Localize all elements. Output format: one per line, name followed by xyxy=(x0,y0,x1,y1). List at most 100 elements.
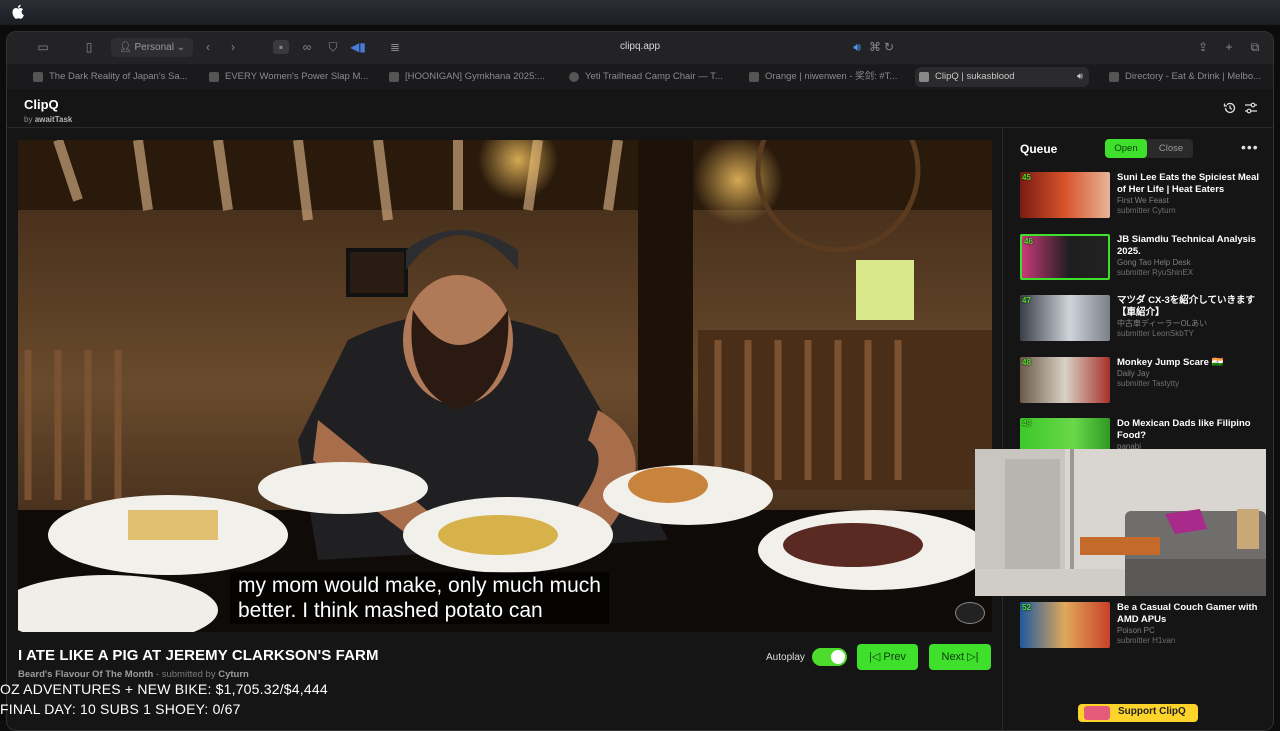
channel-watermark-logo xyxy=(955,602,985,624)
tab-item[interactable]: The Dark Reality of Japan's Sa... xyxy=(29,67,199,87)
tab-bar: The Dark Reality of Japan's Sa... EVERY … xyxy=(7,65,1273,89)
tab-item[interactable]: Yeti Trailhead Camp Chair — T... xyxy=(565,67,730,87)
queue-number: 49 xyxy=(1022,419,1031,428)
more-options-icon[interactable]: ••• xyxy=(1241,139,1259,155)
queue-item-submitter: submitter Tastytty xyxy=(1117,379,1180,388)
macos-menubar xyxy=(0,0,1280,25)
tab-label: EVERY Women's Power Slap M... xyxy=(225,71,369,82)
address-bar[interactable]: clipq.app xyxy=(7,41,1273,52)
queue-number: 47 xyxy=(1022,296,1031,305)
header-divider xyxy=(7,127,1273,128)
tab-item[interactable]: Orange | niwenwen - 奖剑: #T... xyxy=(745,67,910,87)
reload-icon[interactable]: ↻ xyxy=(881,40,897,54)
queue-item[interactable]: 46 JB Siamdiu Technical Analysis 2025. Go… xyxy=(1020,234,1265,284)
skip-forward-icon: ▷| xyxy=(964,651,979,663)
queue-number: 52 xyxy=(1022,603,1031,612)
submitter-name: Cyturn xyxy=(218,669,249,680)
caption-line-2: better. I think mashed potato can xyxy=(238,599,543,622)
tab-item[interactable]: Directory - Eat & Drink | Melbo... xyxy=(1105,67,1271,87)
skip-back-icon: |◁ xyxy=(869,651,884,663)
queue-thumbnail: 45 xyxy=(1020,172,1110,218)
queue-item[interactable]: 45 Suni Lee Eats the Spiciest Meal of He… xyxy=(1020,172,1265,222)
video-player[interactable]: my mom would make, only much much better… xyxy=(18,140,992,632)
yeti-favicon-icon xyxy=(569,72,579,82)
tab-item-active[interactable]: ClipQ | sukasblood 🔊︎ xyxy=(915,67,1089,87)
queue-item-title: JB Siamdiu Technical Analysis 2025. xyxy=(1117,234,1256,257)
submitted-prefix: - submitted by xyxy=(153,669,219,680)
prev-label: Prev xyxy=(883,651,906,663)
byline-prefix: by xyxy=(24,115,33,124)
queue-thumbnail: 52 xyxy=(1020,602,1110,648)
app-byline: by awaitTask xyxy=(24,115,72,124)
byline-author: awaitTask xyxy=(34,115,73,124)
queue-title: Queue xyxy=(1020,142,1058,156)
autoplay-toggle[interactable] xyxy=(812,648,847,666)
queue-item[interactable]: 52 Be a Casual Couch Gamer with AMD APUs… xyxy=(1020,602,1265,652)
queue-thumbnail: 47 xyxy=(1020,295,1110,341)
next-label: Next xyxy=(941,651,965,663)
queue-item[interactable]: 47 マツダ CX-3を紹介していきます【車紹介】 中古車ディーラーOLあい sub… xyxy=(1020,295,1265,345)
tab-item[interactable]: [HOONIGAN] Gymkhana 2025:... xyxy=(385,67,555,87)
queue-item-channel: Poison PC xyxy=(1117,626,1155,635)
queue-item-channel: First We Feast xyxy=(1117,196,1169,205)
queue-item-title: Suni Lee Eats the Spiciest Meal of Her L… xyxy=(1117,172,1260,195)
queue-item-title: Monkey Jump Scare 🇮🇳 xyxy=(1117,357,1224,368)
queue-item-submitter: submitter H1van xyxy=(1117,636,1176,645)
tab-label: Orange | niwenwen - 奖剑: #T... xyxy=(765,71,898,82)
stream-goal-line-2: FINAL DAY: 10 SUBS 1 SHOEY: 0/67 xyxy=(0,701,241,717)
video-meta: Beard's Flavour Of The Month - submitted… xyxy=(18,669,249,680)
webcam-overlay xyxy=(975,449,1266,596)
youtube-favicon-icon xyxy=(209,72,219,82)
apple-icon[interactable] xyxy=(12,4,24,19)
directory-favicon-icon xyxy=(1109,72,1119,82)
video-caption: my mom would make, only much much better… xyxy=(230,572,609,624)
youtube-favicon-icon xyxy=(389,72,399,82)
queue-open-button[interactable]: Open xyxy=(1105,139,1147,158)
prev-button[interactable]: |◁ Prev xyxy=(857,644,918,670)
queue-item-title: マツダ CX-3を紹介していきます【車紹介】 xyxy=(1117,295,1255,318)
browser-toolbar: ▭ ▯ 👤︎ Personal ⌄ ‹ › ▪ ∞ ⛉ ◀▮ ≣ clipq.a… xyxy=(7,32,1273,64)
tab-audio-icon[interactable]: 🔊︎ xyxy=(1077,67,1083,87)
next-button[interactable]: Next ▷| xyxy=(929,644,991,670)
queue-item-channel: Daily Jay xyxy=(1117,369,1150,378)
video-frame xyxy=(18,140,992,632)
queue-number: 46 xyxy=(1024,237,1033,246)
support-label: Support ClipQ xyxy=(1118,706,1186,717)
tab-label: Yeti Trailhead Camp Chair — T... xyxy=(585,71,723,82)
url-text: clipq.app xyxy=(619,41,661,52)
queue-close-button[interactable]: Close xyxy=(1149,139,1193,158)
queue-item-channel: 中古車ディーラーOLあい xyxy=(1117,319,1208,328)
queue-number: 48 xyxy=(1022,358,1031,367)
tabs-icon[interactable]: ⧉ xyxy=(1247,40,1263,54)
queue-thumbnail: 46 xyxy=(1020,234,1110,280)
speaker-icon[interactable]: 🔊︎ xyxy=(849,40,865,54)
autoplay-label: Autoplay xyxy=(766,652,805,663)
queue-item-submitter: submitter Cyturn xyxy=(1117,206,1176,215)
queue-item-title: Do Mexican Dads like Filipino Food? xyxy=(1117,418,1251,441)
clipq-app: ClipQ by awaitTask my mom would make, on… xyxy=(7,89,1273,730)
queue-item-submitter: submitter RyuShinEX xyxy=(1117,268,1194,277)
queue-thumbnail: 48 xyxy=(1020,357,1110,403)
app-name: ClipQ xyxy=(24,97,59,112)
queue-item-submitter: submitter LeonSkbTY xyxy=(1117,329,1194,338)
history-icon[interactable] xyxy=(1223,101,1237,115)
new-tab-icon[interactable]: + xyxy=(1221,40,1237,54)
tab-label: ClipQ | sukasblood xyxy=(935,71,1015,82)
clipq-favicon-icon xyxy=(919,72,929,82)
channel-name[interactable]: Beard's Flavour Of The Month xyxy=(18,669,153,680)
browser-window: ▭ ▯ 👤︎ Personal ⌄ ‹ › ▪ ∞ ⛉ ◀▮ ≣ clipq.a… xyxy=(6,31,1274,731)
stream-goal-line-1: OZ ADVENTURES + NEW BIKE: $1,705.32/$4,4… xyxy=(0,681,328,697)
queue-item[interactable]: 48 Monkey Jump Scare 🇮🇳 Daily Jay submitte… xyxy=(1020,357,1265,407)
webcam-frame xyxy=(975,449,1266,596)
video-title: I ATE LIKE A PIG AT JEREMY CLARKSON'S FA… xyxy=(18,647,379,664)
tab-item[interactable]: EVERY Women's Power Slap M... xyxy=(205,67,375,87)
support-button[interactable]: Support ClipQ xyxy=(1078,704,1198,722)
share-icon[interactable]: ⇪ xyxy=(1195,40,1211,54)
tab-label: [HOONIGAN] Gymkhana 2025:... xyxy=(405,71,545,82)
queue-open-close-toggle: Open Close xyxy=(1105,139,1193,158)
sidebar-divider xyxy=(1002,127,1003,730)
settings-sliders-icon[interactable] xyxy=(1244,101,1258,115)
queue-item-title: Be a Casual Couch Gamer with AMD APUs xyxy=(1117,602,1258,625)
queue-item-channel: Gong Tao Help Desk xyxy=(1117,258,1191,267)
caption-line-1: my mom would make, only much much xyxy=(238,574,601,597)
